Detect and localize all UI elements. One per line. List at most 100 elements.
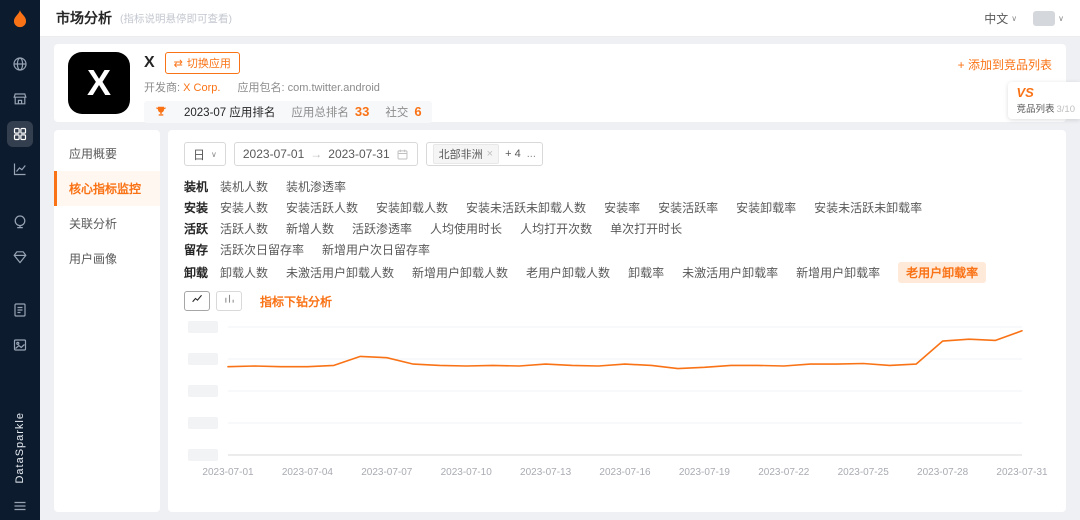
metric-groups: 装机 装机人数 装机渗透率 安装 安装人数 安装活跃人数 安装卸载人数 安装未活跃未卸载人数安… [184,178,1050,283]
drilldown-analysis-link[interactable]: 指标下钻分析 [260,293,332,310]
date-range-picker[interactable]: 2023-07-01 → 2023-07-31 [233,142,418,166]
topbar-right: 中文 ∨ ∨ [984,10,1064,27]
total-rank-value: 33 [354,104,370,119]
switch-app-button[interactable]: ⇄ 切换应用 [164,52,240,74]
region-ellipsis: ... [526,148,536,160]
metric-link[interactable]: 人均使用时长 [430,220,502,237]
metric-link[interactable]: 活跃渗透率 [352,220,412,237]
region-filter[interactable]: 北部非洲 × + 4 ... [425,142,543,166]
sidebar-nav [7,51,33,358]
app-logo-letter: X [86,62,111,103]
svg-text:2023-07-01: 2023-07-01 [202,467,254,478]
metric-link[interactable]: 新增用户次日留存率 [322,241,430,258]
language-label: 中文 [984,11,1009,26]
line-chart-toggle[interactable] [184,291,210,311]
metric-link[interactable]: 新增用户卸载率 [796,264,880,281]
add-to-competitor-list-button[interactable]: + 添加到竞品列表 [958,56,1052,73]
language-selector[interactable]: 中文 ∨ [984,10,1017,27]
metric-link[interactable]: 安装人数 [220,199,268,216]
sidebar: DataSparkle [0,0,40,520]
svg-text:2023-07-28: 2023-07-28 [917,467,969,478]
metric-group-label: 留存 [184,243,209,257]
svg-text:2023-07-04: 2023-07-04 [282,467,334,478]
metric-link[interactable]: 安装卸载率 [736,199,796,216]
app-root: DataSparkle 市场分析 (指标说明悬停即可查看) 中文 ∨ ∨ VS [0,0,1080,520]
metric-link[interactable]: 安装未活跃未卸载人数 [466,199,586,216]
metrics-panel: 日 ∨ 2023-07-01 → 2023-07-31 北部非洲 × + 4 .… [168,130,1066,512]
report-icon[interactable] [7,297,33,323]
svg-text:2023-07-19: 2023-07-19 [679,467,731,478]
metric-link[interactable]: 安装卸载人数 [376,199,448,216]
metric-link[interactable]: 人均打开次数 [520,220,592,237]
metric-link[interactable]: 安装未活跃未卸载率 [814,199,922,216]
metric-link[interactable]: 单次打开时长 [610,220,682,237]
vs-competitor-tab[interactable]: VS 竞品列表 3/10 [1008,82,1080,119]
metric-group-label: 卸载 [184,266,209,280]
metric-link[interactable]: 活跃次日留存率 [220,241,304,258]
metric-link[interactable]: 活跃人数 [220,220,268,237]
date-end-value: 2023-07-31 [328,147,390,161]
arrow-right-icon: → [310,147,323,161]
metric-link[interactable]: 卸载率 [628,264,664,281]
gallery-icon[interactable] [7,332,33,358]
metric-link[interactable]: 装机渗透率 [286,178,346,195]
gem-icon[interactable] [7,244,33,270]
competitor-list-label: 竞品列表 [1016,104,1055,115]
remove-tag-icon[interactable]: × [487,148,493,160]
category-label: 社交 [385,107,409,119]
metric-group-label: 安装 [184,201,209,215]
chevron-down-icon: ∨ [1058,13,1064,23]
metric-link[interactable]: 安装活跃率 [658,199,718,216]
region-tag: 北部非洲 × [432,144,500,164]
chart-canvas: 2023-07-01 2023-07-04 2023-07-07 2023-07-10… [188,321,1048,478]
svg-text:2023-07-10: 2023-07-10 [441,467,493,478]
category-rank-value: 6 [414,104,422,119]
account-menu[interactable]: ∨ [1033,10,1064,26]
metric-group-row: 活跃 活跃人数 新增人数 活跃渗透率 人均使用时长 人均打开次数 单次打开时长 [184,220,1050,237]
trophy-icon [154,105,168,119]
granularity-select[interactable]: 日 ∨ [184,142,226,166]
apps-grid-icon[interactable] [7,121,33,147]
swap-icon: ⇄ [173,57,183,70]
metric-group-label: 活跃 [184,222,209,236]
svg-text:2023-07-22: 2023-07-22 [758,467,810,478]
bar-chart-toggle[interactable] [216,291,242,311]
content-area: X X ⇄ 切换应用 开发商: X Corp. 应用包名: com.twitte… [40,36,1080,520]
developer-value[interactable]: X Corp. [183,82,220,94]
svg-text:2023-07-07: 2023-07-07 [361,467,413,478]
chart-toolbar: 指标下钻分析 [184,291,1050,311]
trend-chart-icon[interactable] [7,156,33,182]
secondary-menu: 应用概要 核心指标监控 关联分析 用户画像 [54,130,160,512]
world-analysis-icon[interactable] [7,209,33,235]
category-rank: 社交 6 [385,104,421,120]
avatar [1033,10,1056,26]
metric-link[interactable]: 老用户卸载人数 [526,264,610,281]
metric-link[interactable]: 安装率 [604,199,640,216]
metric-line-chart[interactable]: 2023-07-01 2023-07-04 2023-07-07 2023-07-10… [184,321,1050,491]
metric-link[interactable]: 新增人数 [286,220,334,237]
datasparkle-flame-logo-icon[interactable] [9,9,31,31]
submenu-item[interactable]: 应用概要 [54,136,160,171]
metric-link[interactable]: 未激活用户卸载率 [682,264,778,281]
market-icon[interactable] [7,86,33,112]
package-value: com.twitter.android [287,82,380,94]
app-name: X [144,54,155,71]
top-header: 市场分析 (指标说明悬停即可查看) 中文 ∨ ∨ [40,0,1080,36]
app-meta: 开发商: X Corp. 应用包名: com.twitter.android [144,79,1052,95]
submenu-item[interactable]: 用户画像 [54,241,160,276]
metric-link[interactable]: 未激活用户卸载人数 [286,264,394,281]
metric-link[interactable]: 老用户卸载率 [898,262,987,283]
page-title: 市场分析 [56,10,112,26]
submenu-item[interactable]: 核心指标监控 [54,171,160,206]
region-more-count: + 4 [505,148,521,160]
metric-link[interactable]: 装机人数 [220,178,268,195]
metric-link[interactable]: 卸载人数 [220,264,268,281]
page-subtitle: (指标说明悬停即可查看) [120,12,232,25]
collapse-menu-icon[interactable] [12,498,28,514]
submenu-item[interactable]: 关联分析 [54,206,160,241]
metric-link[interactable]: 新增用户卸载人数 [412,264,508,281]
globe-icon[interactable] [7,51,33,77]
metric-link[interactable]: 安装活跃人数 [286,199,358,216]
chevron-down-icon: ∨ [1011,13,1018,23]
region-tag-label: 北部非洲 [438,149,483,161]
